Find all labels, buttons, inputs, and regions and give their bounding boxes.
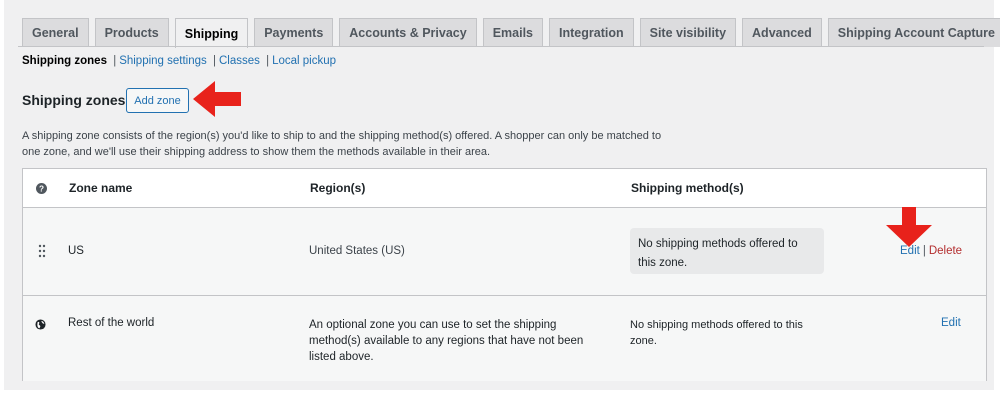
table-row[interactable]: US United States (US) No shipping method… [23, 208, 986, 296]
globe-icon [35, 319, 46, 330]
add-zone-button[interactable]: Add zone [126, 88, 189, 113]
shipping-zones-description: A shipping zone consists of the region(s… [22, 130, 662, 158]
annotation-arrow-down-icon [886, 207, 932, 247]
annotation-arrow-left-icon [193, 81, 241, 117]
subnav-separator: | [266, 55, 270, 67]
subnav-link-classes[interactable]: Classes [219, 55, 260, 67]
settings-page: General Products Shipping Payments Accou… [4, 0, 1000, 390]
subnav-link-local-pickup[interactable]: Local pickup [272, 55, 336, 67]
subnav-separator: | [212, 55, 216, 67]
tab-shipping[interactable]: Shipping [174, 18, 249, 48]
subnav-link-shipping-settings[interactable]: Shipping settings [119, 55, 207, 67]
zone-methods: No shipping methods offered to this zone… [630, 319, 803, 347]
table-header: ? Zone name Region(s) Shipping method(s) [23, 169, 986, 208]
zone-region: An optional zone you can use to set the … [309, 319, 584, 363]
tab-payments[interactable]: Payments [254, 18, 334, 47]
drag-handle-icon[interactable] [38, 244, 46, 258]
tab-general[interactable]: General [22, 18, 89, 47]
shipping-subnav: Shipping zones | Shipping settings | Class… [22, 55, 336, 67]
subnav-separator: | [113, 55, 117, 67]
tabs-divider [18, 46, 984, 47]
help-icon[interactable]: ? [36, 183, 47, 194]
tab-shipping-account-capture[interactable]: Shipping Account Capture [827, 18, 1000, 47]
svg-text:?: ? [39, 184, 44, 193]
tab-advanced[interactable]: Advanced [742, 18, 822, 47]
column-header-shipping-methods: Shipping method(s) [631, 181, 744, 195]
table-row[interactable]: Rest of the world An optional zone you c… [23, 296, 986, 381]
tab-site-visibility[interactable]: Site visibility [639, 18, 737, 47]
subnav-current-shipping-zones: Shipping zones [22, 55, 107, 67]
tab-emails[interactable]: Emails [482, 18, 544, 47]
column-header-regions: Region(s) [310, 181, 366, 195]
edit-zone-link[interactable]: Edit [941, 317, 961, 329]
tab-products[interactable]: Products [94, 18, 169, 47]
row-actions: Edit [941, 317, 961, 329]
zone-region: United States (US) [309, 245, 405, 257]
zone-name: Rest of the world [68, 317, 155, 329]
zone-name: US [68, 245, 84, 257]
shipping-zones-table: ? Zone name Region(s) Shipping method(s)… [22, 168, 987, 381]
settings-tabs: General Products Shipping Payments Accou… [22, 18, 1000, 48]
zone-methods: No shipping methods offered to this zone… [630, 228, 824, 274]
tab-integration[interactable]: Integration [549, 18, 634, 47]
column-header-zone-name: Zone name [69, 181, 133, 195]
page-title: Shipping zones [22, 92, 126, 108]
tab-accounts-privacy[interactable]: Accounts & Privacy [339, 18, 477, 47]
